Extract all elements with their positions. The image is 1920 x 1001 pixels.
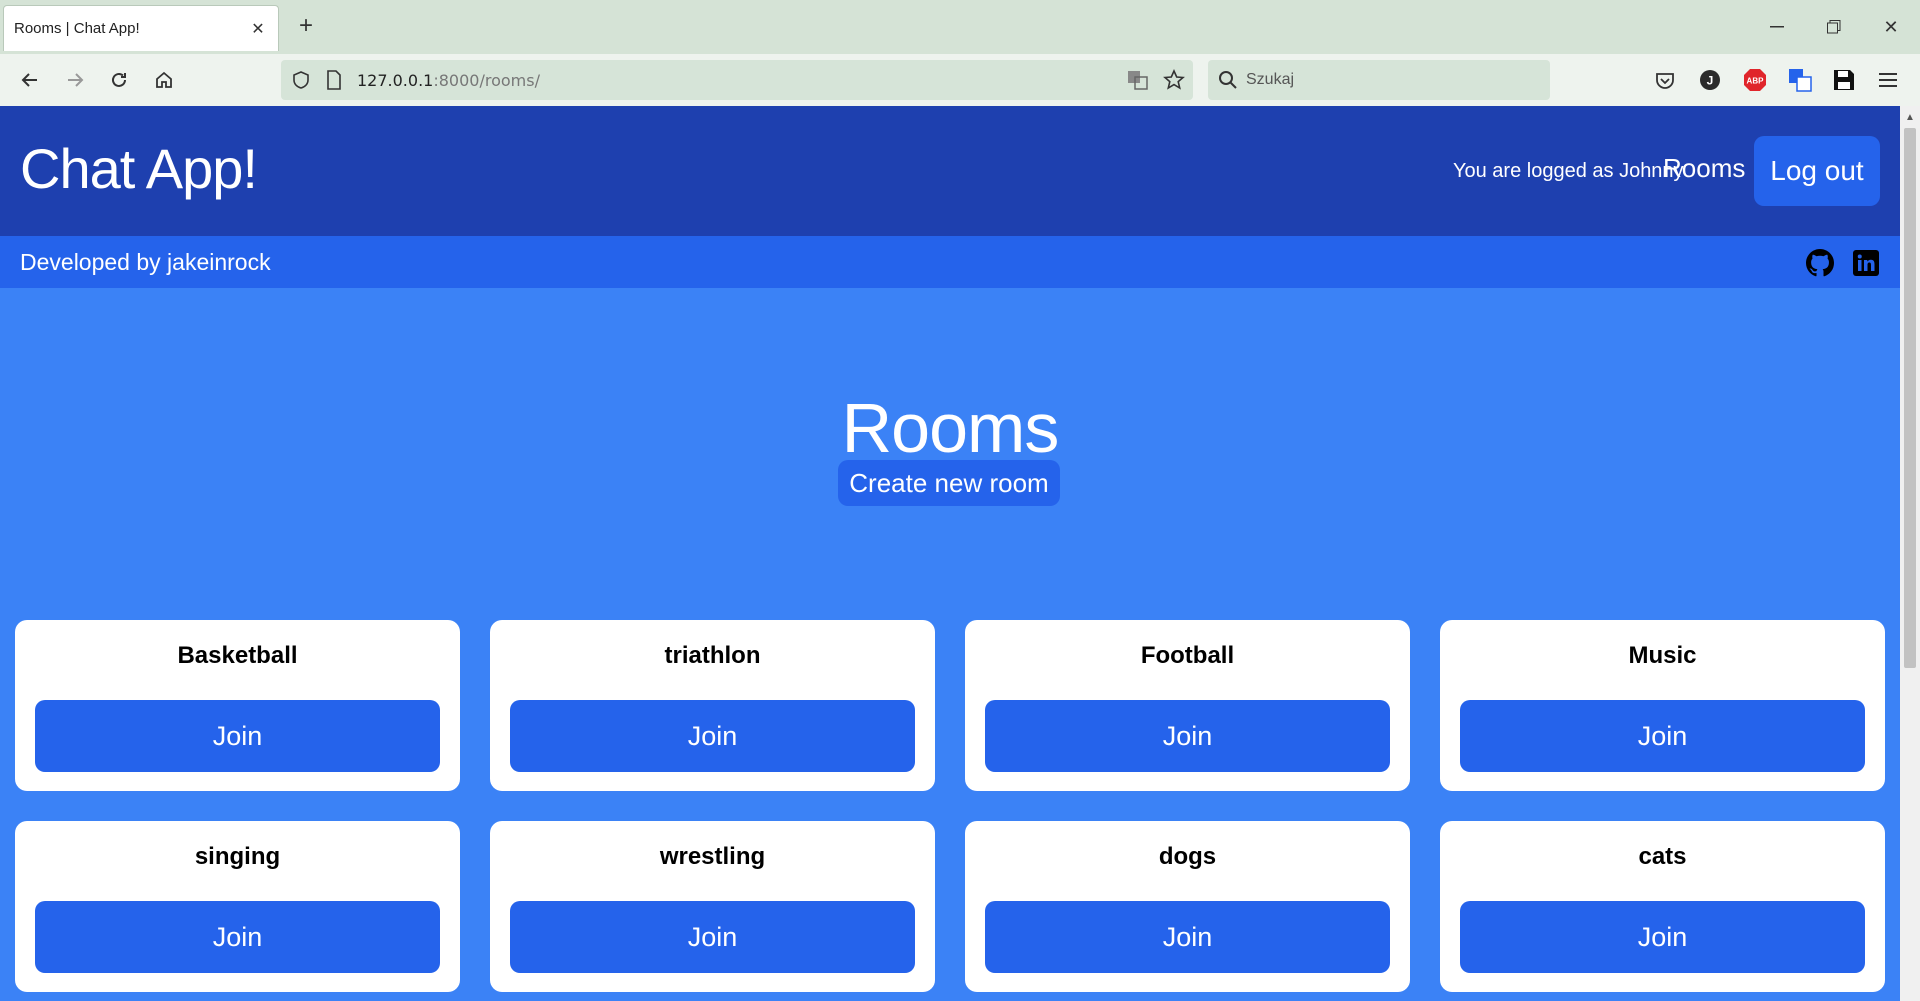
- rooms-grid: Basketball Join triathlon Join Football …: [15, 620, 1885, 992]
- room-name: triathlon: [664, 642, 761, 669]
- new-tab-icon[interactable]: +: [292, 12, 320, 40]
- room-name: Basketball: [177, 642, 298, 669]
- rooms-nav-link[interactable]: Rooms: [1663, 153, 1745, 184]
- logout-button[interactable]: Log out: [1754, 136, 1880, 206]
- bookmark-star-icon[interactable]: [1163, 69, 1185, 96]
- reload-icon[interactable]: [102, 63, 136, 97]
- page-icon[interactable]: [325, 70, 343, 95]
- page-scrollbar[interactable]: ▲: [1900, 106, 1920, 1001]
- svg-text:ABP: ABP: [1747, 77, 1765, 86]
- adblock-plus-icon[interactable]: ABP: [1742, 67, 1768, 93]
- join-room-button[interactable]: Join: [985, 901, 1390, 973]
- restore-icon[interactable]: [1817, 10, 1851, 44]
- room-card: Basketball Join: [15, 620, 460, 791]
- join-room-button[interactable]: Join: [35, 901, 440, 973]
- save-icon[interactable]: [1831, 67, 1857, 93]
- developer-bar: Developed by jakeinrock: [0, 236, 1900, 288]
- join-room-button[interactable]: Join: [985, 700, 1390, 772]
- create-room-button[interactable]: Create new room: [838, 460, 1060, 506]
- profile-extension-icon[interactable]: J: [1697, 67, 1723, 93]
- home-icon[interactable]: [147, 63, 181, 97]
- scrollbar-thumb[interactable]: [1904, 128, 1916, 668]
- join-room-button[interactable]: Join: [510, 901, 915, 973]
- page-title: Rooms: [841, 389, 1060, 467]
- room-card: dogs Join: [965, 821, 1410, 992]
- search-icon: [1218, 70, 1238, 95]
- room-card: triathlon Join: [490, 620, 935, 791]
- tab-title: Rooms | Chat App!: [14, 20, 140, 37]
- shield-icon[interactable]: [291, 70, 311, 95]
- back-icon[interactable]: [13, 63, 47, 97]
- room-card: Music Join: [1440, 620, 1885, 791]
- close-tab-icon[interactable]: ✕: [248, 19, 268, 39]
- developer-text: Developed by jakeinrock: [20, 249, 271, 275]
- join-room-button[interactable]: Join: [35, 700, 440, 772]
- search-input[interactable]: Szukaj: [1208, 60, 1550, 100]
- menu-icon[interactable]: [1876, 67, 1902, 93]
- room-card: Football Join: [965, 620, 1410, 791]
- room-name: cats: [1638, 843, 1687, 870]
- browser-tab[interactable]: Rooms | Chat App! ✕: [3, 5, 279, 51]
- app-title[interactable]: Chat App!: [20, 136, 258, 201]
- minimize-icon[interactable]: [1760, 10, 1794, 44]
- browser-tab-bar: Rooms | Chat App! ✕ + ✕: [0, 0, 1920, 54]
- browser-nav-bar: 127.0.0.1:8000/rooms/ Szukaj J ABP: [0, 54, 1920, 106]
- translate-icon[interactable]: [1127, 70, 1149, 95]
- linkedin-icon[interactable]: [1852, 249, 1880, 277]
- url-text: 127.0.0.1:8000/rooms/: [357, 70, 540, 90]
- room-card: wrestling Join: [490, 821, 935, 992]
- svg-text:J: J: [1707, 74, 1714, 88]
- close-window-icon[interactable]: ✕: [1874, 10, 1908, 44]
- scroll-up-icon[interactable]: ▲: [1905, 112, 1915, 123]
- forward-icon[interactable]: [58, 63, 92, 97]
- room-card: cats Join: [1440, 821, 1885, 992]
- room-name: Music: [1628, 642, 1697, 669]
- room-name: dogs: [1158, 843, 1217, 870]
- room-card: singing Join: [15, 821, 460, 992]
- room-name: Football: [1140, 642, 1235, 669]
- join-room-button[interactable]: Join: [1460, 901, 1865, 973]
- page-content: Chat App! You are logged as Johnny Rooms…: [0, 106, 1900, 1001]
- room-name: wrestling: [659, 843, 766, 870]
- github-icon[interactable]: [1806, 249, 1834, 277]
- address-bar[interactable]: 127.0.0.1:8000/rooms/: [281, 60, 1193, 100]
- join-room-button[interactable]: Join: [1460, 700, 1865, 772]
- join-room-button[interactable]: Join: [510, 700, 915, 772]
- logged-user-text: You are logged as Johnny: [1453, 160, 1684, 182]
- app-header: Chat App! You are logged as Johnny Rooms…: [0, 106, 1900, 236]
- search-placeholder: Szukaj: [1246, 71, 1295, 88]
- translate-extension-icon[interactable]: [1787, 67, 1813, 93]
- pocket-icon[interactable]: [1652, 67, 1678, 93]
- room-name: singing: [194, 843, 281, 870]
